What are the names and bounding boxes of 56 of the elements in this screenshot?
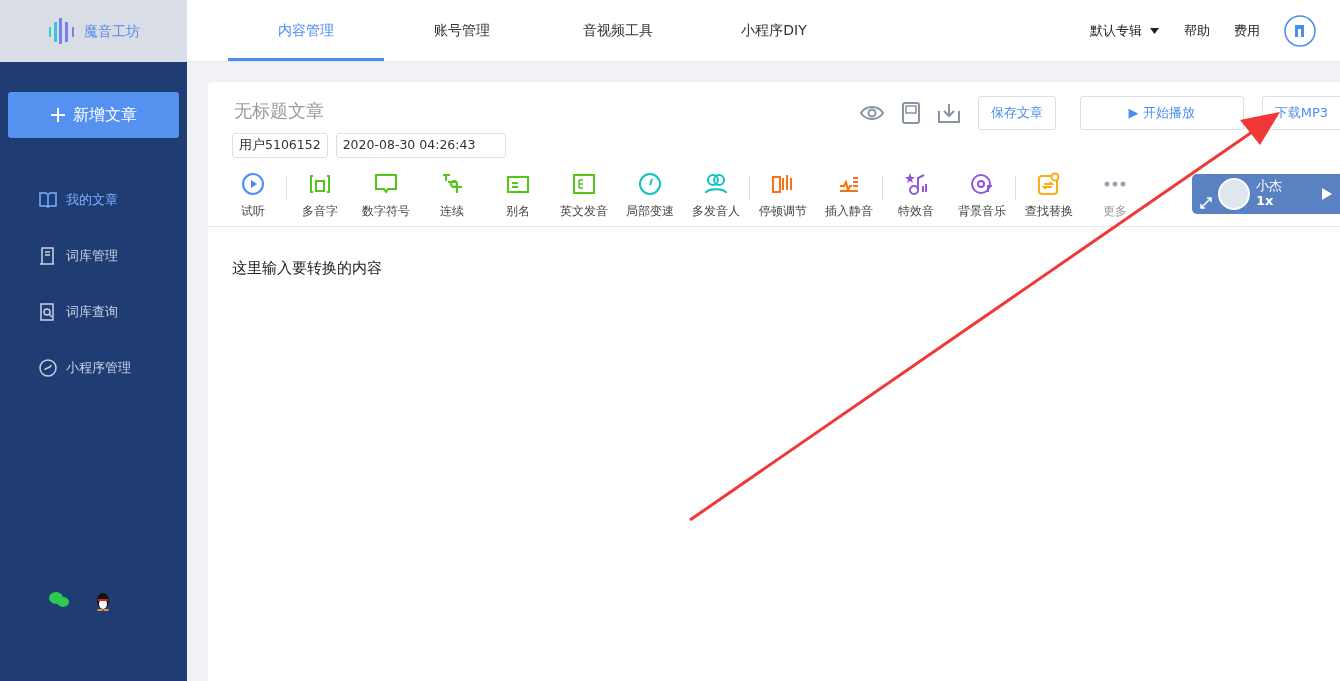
speed-label: 1x (1256, 194, 1275, 209)
penguin-icon[interactable] (94, 591, 112, 611)
sidebar-item[interactable]: 词库查询 (8, 284, 179, 340)
fee-link[interactable]: 费用 (1234, 20, 1260, 41)
toolbar-tool[interactable]: 停顿调节 (750, 171, 816, 220)
toolbar-tool[interactable]: 连续 (419, 171, 485, 220)
swap-icon (1037, 171, 1061, 196)
download-mp3-button[interactable]: 下载MP3 (1261, 96, 1340, 130)
nav-tab[interactable]: 小程序DIY (696, 0, 852, 61)
chat-bubbles-icon[interactable] (48, 591, 70, 609)
people-icon (704, 171, 728, 196)
toolbar-tool[interactable]: 多音字 (287, 171, 353, 220)
toolbar-tool[interactable]: 插入静音 (816, 171, 882, 220)
album-dropdown[interactable]: 默认专辑 (1089, 19, 1160, 42)
download-icon[interactable] (937, 103, 960, 123)
logo-text: 魔音工坊 (83, 21, 140, 41)
disc-icon (970, 171, 994, 196)
save-button[interactable]: 保存文章 (977, 96, 1056, 130)
speaker-widget[interactable]: 小杰 1x (1192, 174, 1340, 214)
nav-tab[interactable]: 账号管理 (384, 0, 540, 61)
toolbar-tool[interactable]: 试听 (220, 171, 286, 220)
toolbar-tool[interactable]: 别名 (485, 171, 551, 220)
toolbar-tool[interactable]: 英文发音 (551, 171, 617, 220)
date-field[interactable]: 2020-08-30 04:26:43 (335, 133, 507, 158)
eye-icon[interactable] (859, 105, 884, 121)
music-note-icon (904, 171, 928, 196)
toolbar-tool[interactable]: 局部变速 (617, 171, 683, 220)
plus-icon (50, 108, 65, 122)
letters-icon (572, 171, 596, 196)
book-icon (38, 190, 58, 210)
sidebar-item[interactable]: 我的文章 (8, 172, 179, 228)
more-icon (1103, 180, 1127, 187)
gauge-icon (638, 171, 662, 196)
toolbar-tool[interactable]: 数字符号 (353, 171, 419, 220)
sidebar-item[interactable]: 小程序管理 (8, 340, 179, 396)
toolbar-tool[interactable]: 多发音人 (683, 171, 749, 220)
speaker-name: 小杰 (1256, 179, 1282, 194)
user-avatar-icon[interactable] (1284, 14, 1316, 47)
nav-tab[interactable]: 内容管理 (228, 0, 384, 61)
author-field[interactable]: 用户5106152 (232, 133, 328, 158)
toolbar-tool[interactable]: 特效音 (883, 171, 949, 220)
play-icon (241, 171, 265, 196)
toolbar-tool[interactable]: 背景音乐 (949, 171, 1015, 220)
avatar-placeholder (1218, 178, 1250, 210)
help-link[interactable]: 帮助 (1184, 20, 1210, 41)
expand-icon[interactable] (1200, 197, 1212, 209)
caret-icon (1150, 27, 1159, 34)
circle-icon (38, 358, 58, 378)
calculator-icon[interactable] (901, 102, 920, 124)
play-button[interactable]: ▶ 开始播放 (1079, 96, 1244, 130)
body-text: 这里输入要转换的内容 (232, 257, 383, 279)
number-bubble-icon (374, 171, 398, 196)
play-icon[interactable] (1322, 188, 1332, 200)
sidebar-item[interactable]: 词库管理 (8, 228, 179, 284)
nav-tab[interactable]: 音视频工具 (540, 0, 696, 61)
toolbar-tool[interactable]: 查找替换 (1016, 171, 1082, 220)
